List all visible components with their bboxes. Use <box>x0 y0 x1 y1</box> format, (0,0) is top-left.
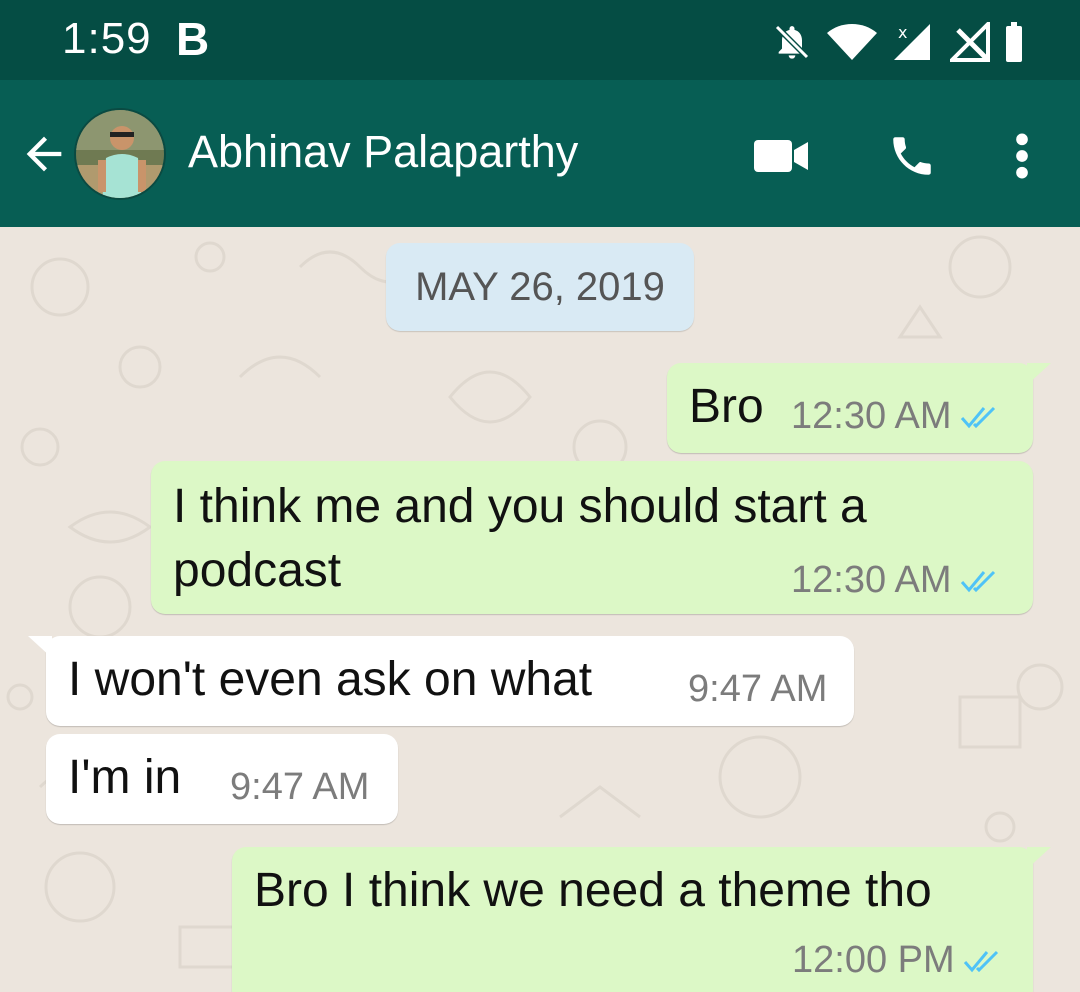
bubble-tail <box>28 636 52 658</box>
read-receipt-icon <box>960 570 995 592</box>
incoming-message[interactable]: I won't even ask on what 9:47 AM <box>28 636 854 726</box>
message-meta: 9:47 AM <box>688 668 827 711</box>
bubble-tail <box>1027 363 1051 385</box>
message-time: 9:47 AM <box>688 668 828 710</box>
more-options-button[interactable] <box>990 124 1054 188</box>
message-time: 12:30 AM <box>791 559 952 601</box>
back-arrow-icon <box>26 136 62 172</box>
message-meta: 12:30 AM <box>791 559 998 602</box>
message-time: 12:30 AM <box>791 395 952 437</box>
more-vert-icon <box>1016 133 1028 179</box>
bubble-tail <box>1027 847 1051 869</box>
no-signal-icon <box>950 22 990 62</box>
chat-area[interactable]: MAY 26, 2019 Bro 12:30 AM I think me and… <box>0 227 1080 992</box>
video-call-icon <box>754 140 808 172</box>
phone-icon <box>893 137 931 175</box>
message-text: I won't even ask on what <box>68 653 593 706</box>
message-time: 9:47 AM <box>230 766 370 808</box>
svg-text:x: x <box>898 23 907 42</box>
battery-icon <box>1004 22 1024 62</box>
chat-header: Abhinav Palaparthy <box>0 80 1080 227</box>
read-receipt-icon <box>960 406 995 428</box>
status-bar: 1:59 B x <box>0 0 1080 80</box>
message-meta: 9:47 AM <box>230 766 369 809</box>
outgoing-message[interactable]: Bro I think we need a theme tho 12:00 PM <box>232 847 1051 992</box>
message-meta: 12:30 AM <box>791 395 998 438</box>
date-divider: MAY 26, 2019 <box>386 243 694 331</box>
status-time: 1:59 <box>62 14 152 63</box>
signal-icon: x <box>892 22 936 62</box>
message-text: podcast <box>173 544 342 597</box>
contact-name[interactable]: Abhinav Palaparthy <box>188 126 578 178</box>
incoming-message[interactable]: I'm in 9:47 AM <box>46 734 398 824</box>
status-icons: x <box>772 20 1024 64</box>
message-text: I think me and you should start a <box>173 480 867 533</box>
avatar[interactable] <box>74 108 166 200</box>
message-text: Bro I think we need a theme tho <box>254 864 932 917</box>
message-text: Bro <box>689 380 764 433</box>
app-badge: B <box>176 13 210 65</box>
read-receipt-icon <box>963 950 998 972</box>
outgoing-message[interactable]: I think me and you should start a podcas… <box>151 461 1033 614</box>
outgoing-message[interactable]: Bro 12:30 AM <box>667 363 1051 453</box>
message-meta: 12:00 PM <box>792 939 1001 982</box>
video-call-button[interactable] <box>750 124 814 188</box>
bell-off-icon <box>772 22 812 62</box>
voice-call-button[interactable] <box>880 124 944 188</box>
wifi-icon <box>826 22 878 62</box>
message-text: I'm in <box>68 751 182 804</box>
message-time: 12:00 PM <box>792 939 955 981</box>
back-button[interactable] <box>18 128 70 180</box>
